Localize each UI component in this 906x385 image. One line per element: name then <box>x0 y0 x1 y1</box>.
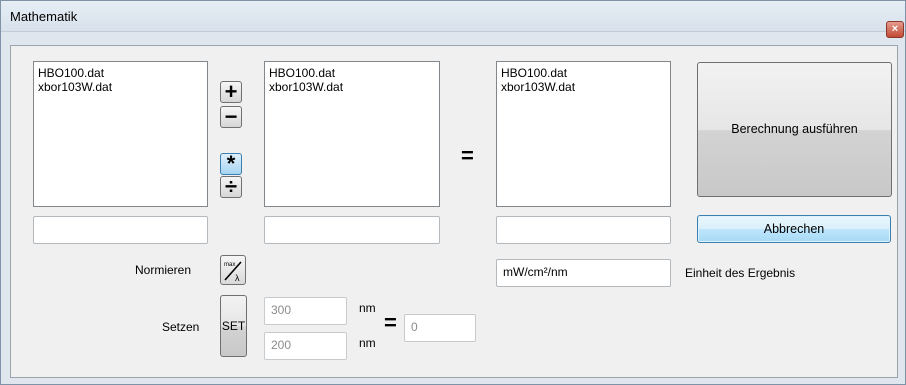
operand-a-listbox[interactable]: HBO100.dat xbor103W.dat <box>33 61 208 207</box>
cancel-button[interactable]: Abbrechen <box>697 215 891 243</box>
list-item[interactable]: HBO100.dat <box>501 66 666 80</box>
title-bar[interactable]: Mathematik <box>1 1 905 32</box>
divide-button[interactable]: ÷ <box>220 176 242 198</box>
list-item[interactable]: xbor103W.dat <box>38 80 203 94</box>
minus-icon: − <box>224 104 238 129</box>
multiply-button[interactable]: * <box>220 153 242 175</box>
unit-label: Einheit des Ergebnis <box>685 266 796 280</box>
svg-text:max: max <box>224 262 235 268</box>
range-upper-unit: nm <box>359 301 376 315</box>
cancel-label: Abbrechen <box>763 222 825 236</box>
operand-a-field[interactable] <box>33 216 208 244</box>
range-lower-unit: nm <box>359 336 376 350</box>
list-item[interactable]: xbor103W.dat <box>269 80 435 94</box>
mathematik-window: Mathematik × HBO100.dat xbor103W.dat + −… <box>0 0 906 385</box>
close-icon: × <box>891 23 899 35</box>
list-item[interactable]: HBO100.dat <box>269 66 435 80</box>
unit-field[interactable]: mW/cm²/nm <box>496 259 671 287</box>
run-calculation-button[interactable]: Berechnung ausführen <box>697 62 892 197</box>
set-button[interactable]: SET <box>220 295 247 357</box>
divide-icon: ÷ <box>224 174 238 199</box>
asterisk-icon: * <box>226 151 236 176</box>
range-upper-input[interactable]: 300 <box>264 297 347 325</box>
list-item[interactable]: HBO100.dat <box>38 66 203 80</box>
set-button-label: SET <box>221 319 246 333</box>
range-equals-sign: = <box>384 310 397 335</box>
result-field[interactable] <box>496 216 671 244</box>
equals-sign: = <box>461 143 474 168</box>
operand-b-field[interactable] <box>264 216 440 244</box>
client-area: HBO100.dat xbor103W.dat + − * ÷ HBO100.d… <box>10 45 898 378</box>
subtract-button[interactable]: − <box>220 106 242 128</box>
window-title: Mathematik <box>10 9 78 24</box>
set-range-label: Setzen <box>162 320 200 334</box>
plus-icon: + <box>224 79 238 104</box>
result-listbox[interactable]: HBO100.dat xbor103W.dat <box>496 61 671 207</box>
close-button[interactable]: × <box>886 21 904 38</box>
normalize-button[interactable]: max λ <box>220 255 246 285</box>
range-result-field[interactable]: 0 <box>404 314 476 342</box>
range-lower-input[interactable]: 200 <box>264 332 347 360</box>
normalize-label: Normieren <box>135 263 192 277</box>
svg-text:λ: λ <box>235 273 240 283</box>
list-item[interactable]: xbor103W.dat <box>501 80 666 94</box>
normalize-icon: max λ <box>224 261 242 283</box>
operand-b-listbox[interactable]: HBO100.dat xbor103W.dat <box>264 61 440 207</box>
add-button[interactable]: + <box>220 81 242 103</box>
run-calculation-label: Berechnung ausführen <box>731 122 858 136</box>
